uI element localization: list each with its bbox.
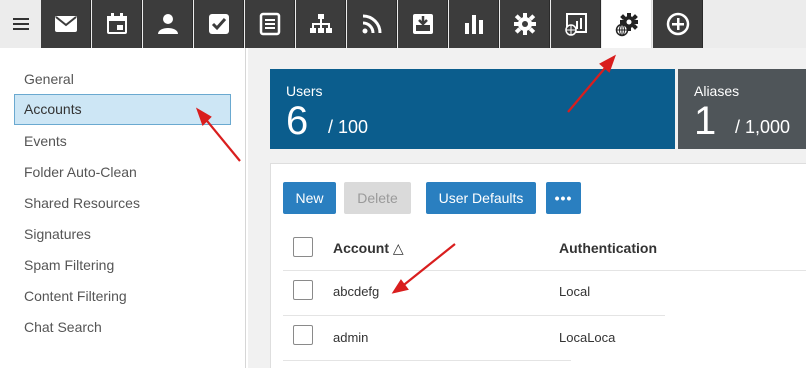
- delete-button[interactable]: Delete: [344, 182, 411, 214]
- users-stat-label: Users: [286, 83, 323, 99]
- authentication-cell: Local: [559, 284, 591, 299]
- sidebar-item-chat-search[interactable]: Chat Search: [14, 312, 231, 343]
- checkbox-task-icon: [208, 14, 229, 34]
- sidebar-item-events[interactable]: Events: [14, 126, 231, 157]
- calendar-button[interactable]: [92, 0, 142, 48]
- sitemap-icon: [309, 14, 332, 33]
- sidebar-item-accounts[interactable]: Accounts: [14, 94, 231, 125]
- account-cell[interactable]: abcdefg: [333, 284, 379, 299]
- bar-chart-icon: [464, 15, 483, 34]
- contacts-button[interactable]: [143, 0, 193, 48]
- sidebar-item-signatures[interactable]: Signatures: [14, 219, 231, 250]
- notes-icon: [259, 12, 280, 36]
- users-stat-tile[interactable]: Users 6 / 100: [270, 69, 675, 149]
- rss-button[interactable]: [347, 0, 397, 48]
- sidebar-item-general[interactable]: General: [14, 64, 231, 95]
- users-limit: / 100: [328, 117, 369, 137]
- calendar-icon: [106, 13, 127, 34]
- domain-settings-gear-globe-icon: [615, 13, 638, 37]
- select-all-checkbox[interactable]: [293, 237, 313, 257]
- row-checkbox[interactable]: [293, 325, 313, 345]
- user-defaults-button[interactable]: User Defaults: [426, 182, 536, 214]
- account-cell[interactable]: admin: [333, 330, 368, 345]
- gear-icon: [513, 13, 536, 35]
- reports-button[interactable]: [449, 0, 499, 48]
- hamburger-menu-button[interactable]: [0, 0, 41, 48]
- row-checkbox[interactable]: [293, 280, 313, 300]
- authentication-cell: LocaLoca: [559, 330, 616, 345]
- mail-button[interactable]: [41, 0, 91, 48]
- users-count: 6: [286, 99, 309, 143]
- row-divider: [283, 360, 571, 361]
- domain-reports-icon: [564, 13, 587, 36]
- archive-button[interactable]: [398, 0, 448, 48]
- hamburger-icon: [12, 18, 29, 30]
- add-circle-icon: [666, 12, 689, 36]
- domain-settings-button[interactable]: [602, 0, 652, 48]
- more-options-button[interactable]: •••: [546, 182, 581, 214]
- sidebar-item-spam-filtering[interactable]: Spam Filtering: [14, 250, 231, 281]
- user-icon: [157, 14, 178, 34]
- sidebar-item-folder-auto-clean[interactable]: Folder Auto-Clean: [14, 157, 231, 188]
- domain-reports-button[interactable]: [551, 0, 601, 48]
- accounts-panel: New Delete User Defaults ••• Account △ A…: [270, 163, 806, 368]
- rss-icon: [362, 14, 381, 34]
- new-button[interactable]: New: [283, 182, 336, 214]
- sidebar-item-content-filtering[interactable]: Content Filtering: [14, 281, 231, 312]
- settings-sidebar: General Accounts Events Folder Auto-Clea…: [0, 48, 246, 368]
- account-column-header[interactable]: Account △: [333, 240, 404, 257]
- aliases-count: 1: [694, 99, 717, 143]
- main-content: Users 6 / 100 Aliases 1 / 1,000 New Dele…: [248, 48, 806, 368]
- sitemap-button[interactable]: [296, 0, 346, 48]
- aliases-stat-label: Aliases: [694, 83, 740, 99]
- authentication-column-header[interactable]: Authentication: [559, 240, 657, 256]
- row-divider: [283, 315, 665, 316]
- notes-button[interactable]: [245, 0, 295, 48]
- top-toolbar: [0, 0, 806, 48]
- tasks-button[interactable]: [194, 0, 244, 48]
- aliases-stat-tile[interactable]: Aliases 1 / 1,000: [678, 69, 806, 149]
- add-button[interactable]: [653, 0, 703, 48]
- aliases-limit: / 1,000: [735, 117, 791, 137]
- archive-download-icon: [412, 14, 433, 34]
- sidebar-item-shared-resources[interactable]: Shared Resources: [14, 188, 231, 219]
- header-divider: [283, 270, 806, 271]
- settings-button[interactable]: [500, 0, 550, 48]
- mail-icon: [54, 16, 77, 32]
